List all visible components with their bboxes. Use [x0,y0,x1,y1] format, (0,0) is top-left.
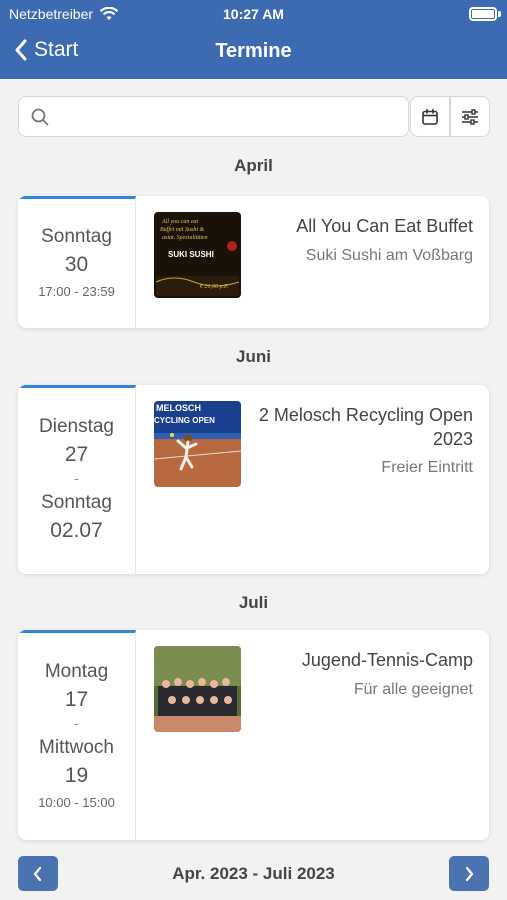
event-date: Dienstag 27 - Sonntag 02.07 [18,385,136,574]
event-end-day: Sonntag [41,492,112,513]
event-time: 17:00 - 23:59 [38,283,115,299]
filter-button[interactable] [450,96,490,137]
event-range-dash: - [74,470,79,486]
battery-icon [469,7,497,21]
event-start-day: Sonntag [41,225,112,247]
battery-tip [498,11,501,17]
event-start-day: Montag [44,660,109,682]
month-heading: Juli [238,593,269,612]
image-text: € 21,90 p.P. [200,284,228,290]
sliders-icon [462,108,478,125]
event-subtitle: Freier Eintritt [381,459,473,476]
event-end-num: 19 [64,763,89,787]
month-heading: April [234,156,273,175]
calendar-button[interactable] [410,96,450,137]
image-text: CYCLING OPEN [154,416,215,425]
app-header: Netzbetreiber 10:27 AM Start Termine [0,0,507,79]
event-image: MELOSCH CYCLING OPEN [154,401,241,487]
event-subtitle: Für alle geeignet [353,681,473,698]
status-bar: Netzbetreiber 10:27 AM [0,0,507,28]
image-text: asiat. Spezialitäten [162,235,208,241]
month-heading: Juni [236,347,271,366]
image-text: All you can eat [161,219,198,225]
event-date: Montag 17 - Mittwoch 19 10:00 - 15:00 [18,630,136,840]
event-start-num: 27 [64,443,89,466]
image-text: SUKI SUSHI [168,250,214,259]
event-image: All you can eat Buffet mit Sushi & asiat… [154,212,241,298]
event-card[interactable]: Dienstag 27 - Sonntag 02.07 MELOSCH CYCL… [18,385,489,574]
event-time: 10:00 - 15:00 [38,794,115,810]
event-title: All You Can Eat Buffet [296,216,473,236]
chevron-right-icon [465,866,474,881]
event-card[interactable]: Montag 17 - Mittwoch 19 10:00 - 15:00 Ju… [18,630,489,840]
event-start-num: 30 [64,252,89,276]
event-subtitle: Suki Sushi am Voßbarg [305,247,473,264]
event-start-day: Dienstag [39,416,114,437]
status-time: 10:27 AM [223,6,284,22]
event-date: Sonntag 30 17:00 - 23:59 [18,196,136,328]
image-text: Buffet mit Sushi & [160,226,204,233]
event-end-day: Mittwoch [39,736,114,758]
event-range-dash: - [74,714,79,731]
event-title: 2 Melosch Recycling Open 2023 [258,405,473,449]
event-title: Jugend-Tennis-Camp [301,650,473,670]
page-title: Termine [215,40,292,62]
event-end-num: 02.07 [50,519,103,542]
search-icon [31,108,49,126]
search-input[interactable] [61,103,391,131]
date-range-label: Apr. 2023 - Juli 2023 [172,864,335,883]
nav-bar: Start Termine [0,32,507,72]
calendar-icon [422,108,438,125]
event-card[interactable]: Sonntag 30 17:00 - 23:59 All you can eat… [18,196,489,328]
image-text: MELOSCH [156,403,201,413]
event-image [154,646,241,732]
next-page-button[interactable] [449,856,489,891]
search-bar[interactable] [18,96,409,137]
event-start-num: 17 [64,687,89,711]
